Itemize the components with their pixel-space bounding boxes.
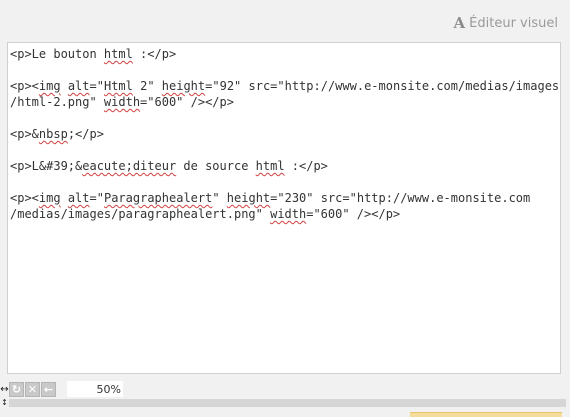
code-line: <p>L&#39;&eacute;diteur de source html :… bbox=[10, 158, 558, 174]
html-source-editor[interactable]: <p>Le bouton html :</p> <p><img alt="Html… bbox=[7, 42, 561, 374]
misspelled-word: Html bbox=[103, 79, 133, 93]
editor-header: A Éditeur visuel bbox=[0, 0, 570, 44]
misspelled-word: height bbox=[161, 79, 206, 93]
misspelled-word: html bbox=[103, 47, 133, 61]
code-text: <p>< bbox=[10, 191, 39, 205]
code-text: 2" bbox=[132, 79, 162, 93]
font-a-icon: A bbox=[453, 14, 466, 32]
misspelled-word: img bbox=[38, 191, 61, 205]
misspelled-word: img bbox=[38, 79, 61, 93]
bottom-panel-edge bbox=[410, 412, 562, 417]
visual-editor-toggle[interactable]: A Éditeur visuel bbox=[454, 14, 558, 32]
editor-toolbar: ↔ ↻ ✕ ← 50% bbox=[0, 380, 570, 398]
misspelled-word: width bbox=[270, 207, 307, 221]
code-text: ="600" /></p> bbox=[140, 95, 234, 109]
horizontal-resize-icon[interactable]: ↔ bbox=[0, 381, 9, 397]
misspelled-word: Paragraphealert bbox=[103, 191, 213, 205]
misspelled-word: alt bbox=[67, 79, 90, 93]
code-text: ="230" src="http://www.e-monsite.com bbox=[270, 191, 531, 205]
misspelled-word: width bbox=[103, 95, 141, 109]
code-text: de source bbox=[176, 159, 256, 173]
visual-editor-label: Éditeur visuel bbox=[469, 15, 558, 31]
code-line: <p>Le bouton html :</p> bbox=[10, 46, 558, 62]
misspelled-word: eacute;diteur bbox=[82, 159, 177, 173]
code-text: =" bbox=[89, 79, 104, 93]
code-text: ="92" src="http://www.e-monsite.com/medi… bbox=[205, 79, 560, 93]
code-text: " bbox=[212, 191, 227, 205]
misspelled-word: html bbox=[255, 159, 285, 173]
misspelled-word: height bbox=[226, 191, 271, 205]
code-text: <p>L&#39;& bbox=[10, 159, 83, 173]
code-line: <p><img alt="Paragraphealert" height="23… bbox=[10, 190, 558, 206]
scrollbar-track[interactable] bbox=[9, 398, 566, 407]
code-text: =" bbox=[89, 191, 104, 205]
misspelled-word: nbsp bbox=[38, 127, 68, 141]
refresh-icon[interactable]: ↻ bbox=[9, 381, 24, 397]
arrow-left-icon[interactable]: ← bbox=[41, 381, 56, 397]
close-icon[interactable]: ✕ bbox=[25, 381, 40, 397]
code-text: :</p> bbox=[132, 47, 177, 61]
zoom-level[interactable]: 50% bbox=[67, 381, 123, 397]
code-line: <p>&nbsp;</p> bbox=[10, 126, 558, 142]
code-line: <p><img alt="Html 2" height="92" src="ht… bbox=[10, 78, 560, 94]
code-line: /html-2.png" width="600" /></p> bbox=[10, 94, 558, 110]
code-line: /medias/images/paragraphealert.png" widt… bbox=[10, 206, 558, 222]
code-text: ;</p> bbox=[67, 127, 104, 141]
code-text: <p>< bbox=[10, 79, 39, 93]
code-text: /html-2.png" bbox=[10, 95, 104, 109]
code-text: <p>& bbox=[10, 127, 39, 141]
code-text: <p>Le bouton bbox=[10, 47, 104, 61]
code-text: /medias/images/paragraphealert.png" bbox=[10, 207, 271, 221]
code-text: :</p> bbox=[284, 159, 328, 173]
horizontal-scrollbar[interactable]: ↕ bbox=[0, 398, 570, 407]
misspelled-word: alt bbox=[67, 191, 90, 205]
vertical-resize-icon[interactable]: ↕ bbox=[0, 398, 9, 407]
code-text: ="600" /></p> bbox=[306, 207, 401, 221]
